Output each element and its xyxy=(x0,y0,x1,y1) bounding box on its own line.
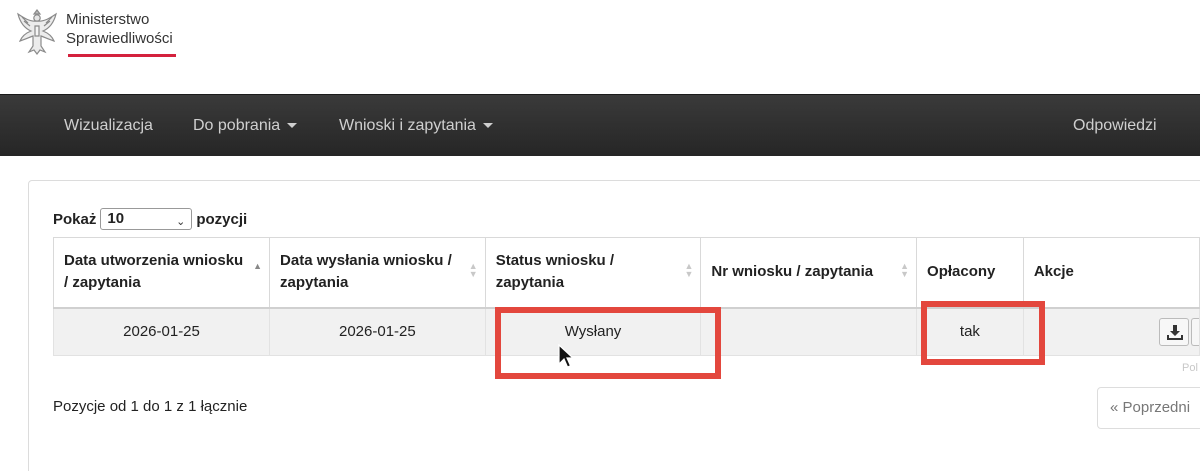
nav-label: Do pobrania xyxy=(193,117,281,134)
column-header-status[interactable]: Status wniosku / zapytania ▲ ▼ xyxy=(484,237,702,309)
nav-item-wnioski-i-zapytania[interactable]: Wnioski i zapytania xyxy=(339,95,493,157)
chevron-down-icon: ⌄ xyxy=(176,216,186,228)
table-row: 2026-01-25 2026-01-25 Wysłany tak xyxy=(52,307,1200,356)
download-icon xyxy=(1167,324,1183,340)
nav-label: Wizualizacja xyxy=(64,117,153,134)
length-menu: Pokaż 10 ⌄ pozycji xyxy=(53,207,247,231)
table-info: Pozycje od 1 do 1 z 1 łącznie xyxy=(53,398,248,415)
column-header-sent[interactable]: Data wysłania wniosku / zapytania ▲ ▼ xyxy=(269,237,486,309)
nav-label: Wnioski i zapytania xyxy=(339,117,476,134)
length-menu-prefix: Pokaż xyxy=(53,210,97,228)
site-header: Ministerstwo Sprawiedliwości xyxy=(0,0,1200,94)
column-header-label: Data utworzenia wniosku / zapytania xyxy=(64,252,244,292)
sort-icon: ▲ ▼ xyxy=(900,261,910,279)
page-length-value: 10 xyxy=(107,210,125,227)
column-header-label: Opłacony xyxy=(927,263,996,281)
eagle-emblem-icon xyxy=(17,9,57,55)
previous-page-button[interactable]: « Poprzedni xyxy=(1097,387,1200,429)
logo-underline xyxy=(68,54,176,57)
column-header-label: Status wniosku / zapytania xyxy=(495,252,615,292)
caret-down-icon xyxy=(482,123,493,129)
cell-status: Wysłany xyxy=(484,307,702,356)
more-actions-button[interactable] xyxy=(1191,317,1199,346)
mouse-cursor-icon xyxy=(558,344,574,368)
logo-line-1: Ministerstwo xyxy=(66,11,150,28)
length-menu-suffix: pozycji xyxy=(196,210,248,228)
main-navbar: Wizualizacja Do pobrania Wnioski i zapyt… xyxy=(0,94,1200,156)
column-header-paid: Opłacony xyxy=(916,237,1024,309)
sort-icon: ▲ ▼ xyxy=(468,261,478,279)
column-header-actions: Akcje xyxy=(1022,237,1200,309)
logo-line-2: Sprawiedliwości xyxy=(66,30,173,47)
cell-paid: tak xyxy=(916,307,1024,356)
page-length-select[interactable]: 10 ⌄ xyxy=(100,208,193,230)
nav-item-wizualizacja[interactable]: Wizualizacja xyxy=(64,95,153,157)
cell-sent: 2026-01-25 xyxy=(269,307,486,356)
column-header-label: Akcje xyxy=(1033,263,1074,281)
sort-icon: ▲ ▼ xyxy=(684,261,694,279)
requests-table: Data utworzenia wniosku / zapytania ▲ Da… xyxy=(52,237,1200,356)
download-button[interactable] xyxy=(1159,317,1189,346)
column-header-created[interactable]: Data utworzenia wniosku / zapytania ▲ xyxy=(52,237,271,309)
ministry-logo-text[interactable]: Ministerstwo Sprawiedliwości xyxy=(66,10,173,48)
nav-item-do-pobrania[interactable]: Do pobrania xyxy=(193,95,298,157)
sort-icon: ▲ xyxy=(253,261,263,271)
caret-down-icon xyxy=(287,123,298,129)
cell-number xyxy=(700,307,918,356)
cell-actions xyxy=(1022,307,1200,356)
column-header-label: Data wysłania wniosku / zapytania xyxy=(280,252,452,292)
column-header-label: Nr wniosku / zapytania xyxy=(711,263,874,281)
table-header-row: Data utworzenia wniosku / zapytania ▲ Da… xyxy=(52,237,1200,309)
cell-created: 2026-01-25 xyxy=(52,307,271,356)
nav-label: Odpowiedzi xyxy=(1073,117,1157,134)
column-header-number[interactable]: Nr wniosku / zapytania ▲ ▼ xyxy=(700,237,918,309)
faint-text: Pol xyxy=(1182,362,1198,374)
nav-item-odpowiedzi[interactable]: Odpowiedzi xyxy=(1073,95,1157,157)
